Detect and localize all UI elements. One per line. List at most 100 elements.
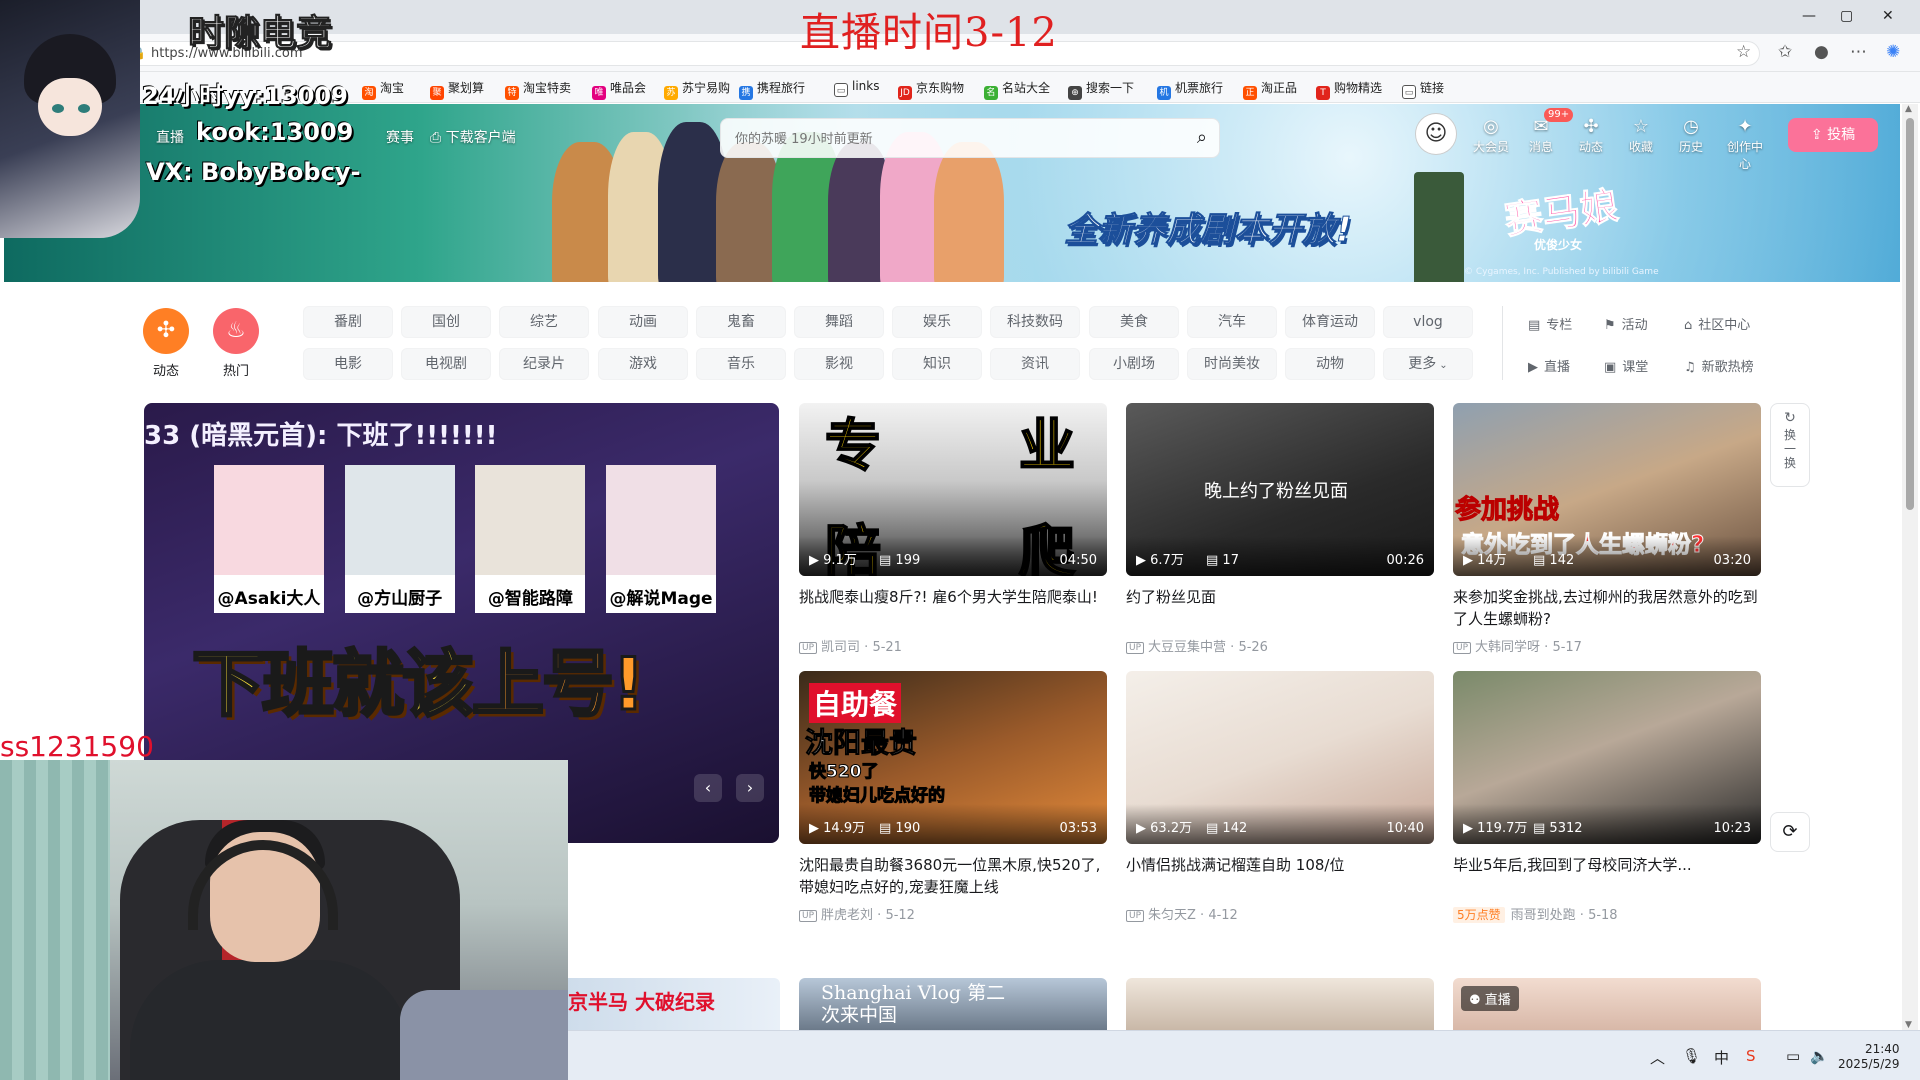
- channel-row2-5[interactable]: 影视: [794, 348, 884, 380]
- video-author[interactable]: 凯司司: [821, 640, 860, 655]
- video-card[interactable]: ▶ 63.2万 ▤ 142 10:40 小情侣挑战满记榴莲自助 108/位 UP 朱匀天Z…: [1126, 671, 1434, 923]
- copilot-icon[interactable]: ✺: [1886, 42, 1900, 62]
- video-thumbnail[interactable]: 专业陪爬▶ 9.1万▤ 19904:50: [799, 403, 1107, 576]
- bookmark-item[interactable]: 唯唯品会: [592, 79, 646, 100]
- bookmark-item[interactable]: 正淘正品: [1243, 79, 1297, 100]
- bookmark-item[interactable]: 聚聚划算: [430, 79, 484, 100]
- bookmark-item[interactable]: 苏苏宁易购: [664, 79, 730, 100]
- channel-row1-4[interactable]: 鬼畜: [696, 306, 786, 338]
- video-title[interactable]: 沈阳最贵自助餐3680元一位黑木原,快520了,带媳妇吃点好的,宠妻狂魔上线: [799, 854, 1107, 898]
- scroll-down-icon[interactable]: ▼: [1905, 1020, 1912, 1030]
- video-card[interactable]: ▶ 119.7万 ▤ 5312 10:23 毕业5年后,我回到了母校同济大学... 5万…: [1453, 671, 1761, 923]
- video-author[interactable]: 大韩同学呀: [1475, 640, 1540, 655]
- app-tray-icon[interactable]: S: [1746, 1047, 1756, 1065]
- side-link-1[interactable]: ⚑ 活动: [1604, 314, 1648, 333]
- minimize-button[interactable]: —: [1802, 8, 1816, 24]
- ime-icon[interactable]: 中: [1714, 1047, 1729, 1068]
- video-title[interactable]: 小情侣挑战满记榴莲自助 108/位: [1126, 854, 1434, 898]
- video-card[interactable]: 晚上约了粉丝见面 ▶ 6.7万 ▤ 17 00:26 约了粉丝见面 UP 大豆豆集中营 · …: [1126, 403, 1434, 655]
- bookmark-star-icon[interactable]: ☆: [1736, 42, 1751, 62]
- channel-row2-0[interactable]: 电影: [303, 348, 393, 380]
- video-thumbnail[interactable]: 自助餐 沈阳最贵 快520了 带媳妇儿吃点好的 ▶ 14.9万 ▤ 190 03:53: [799, 671, 1107, 844]
- network-icon[interactable]: ▭: [1786, 1047, 1800, 1065]
- bookmark-item[interactable]: 机机票旅行: [1157, 79, 1223, 100]
- upload-button[interactable]: ⇪ 投稿: [1788, 118, 1878, 152]
- channel-row1-2[interactable]: 综艺: [499, 306, 589, 338]
- channel-row2-7[interactable]: 资讯: [990, 348, 1080, 380]
- channel-row1-9[interactable]: 汽车: [1187, 306, 1277, 338]
- bookmark-item[interactable]: 名名站大全: [984, 79, 1050, 100]
- nav-match[interactable]: 赛事: [386, 127, 414, 147]
- bookmark-item[interactable]: JD 京东购物: [898, 79, 964, 100]
- video-title[interactable]: 毕业5年后,我回到了母校同济大学...: [1453, 854, 1761, 898]
- more-options-icon[interactable]: ⋯: [1850, 42, 1867, 62]
- scroll-up-icon[interactable]: ▲: [1905, 104, 1912, 114]
- channel-row2-9[interactable]: 时尚美妆: [1187, 348, 1277, 380]
- side-link-2[interactable]: ⌂ 社区中心: [1684, 314, 1750, 333]
- side-link-3[interactable]: ▶ 直播: [1528, 356, 1570, 375]
- video-author[interactable]: 大豆豆集中营: [1148, 640, 1226, 655]
- channel-row2-6[interactable]: 知识: [892, 348, 982, 380]
- video-card-partial[interactable]: [1126, 978, 1434, 1030]
- video-thumbnail[interactable]: ▶ 63.2万 ▤ 142 10:40: [1126, 671, 1434, 844]
- header-entry-5[interactable]: ◷ 历史: [1668, 116, 1714, 155]
- channel-row1-0[interactable]: 番剧: [303, 306, 393, 338]
- side-link-4[interactable]: ▣ 课堂: [1604, 356, 1648, 375]
- video-author[interactable]: 雨哥到处跑: [1511, 908, 1576, 923]
- carousel-next-button[interactable]: ›: [736, 774, 764, 802]
- microphone-icon[interactable]: 🎙: [1682, 1047, 1701, 1065]
- bookmark-item[interactable]: ⊕ 搜索一下: [1068, 79, 1134, 100]
- maximize-button[interactable]: ▢: [1840, 8, 1853, 24]
- close-window-button[interactable]: ✕: [1882, 8, 1894, 24]
- video-card[interactable]: 专业陪爬▶ 9.1万▤ 19904:50挑战爬泰山瘦8斤?! 雇6个男大学生陪爬…: [799, 403, 1107, 655]
- bookmark-item[interactable]: ▭ 链接: [1402, 79, 1444, 99]
- taskbar-clock[interactable]: 21:40 2025/5/29: [1838, 1042, 1900, 1072]
- channel-row2-4[interactable]: 音乐: [696, 348, 786, 380]
- channel-row1-1[interactable]: 国创: [401, 306, 491, 338]
- channel-row1-5[interactable]: 舞蹈: [794, 306, 884, 338]
- video-thumbnail[interactable]: ▶ 119.7万 ▤ 5312 10:23: [1453, 671, 1761, 844]
- dynamic-entry[interactable]: ✣ 动态: [136, 308, 196, 379]
- hot-entry[interactable]: ♨ 热门: [206, 308, 266, 379]
- refresh-feed-button[interactable]: ↻ 换一换: [1770, 403, 1810, 487]
- nav-download-client[interactable]: ⎙ 下载客户端: [430, 127, 516, 147]
- video-card-partial[interactable]: Shanghai Vlog 第二次来中国: [799, 978, 1107, 1030]
- video-thumbnail[interactable]: 晚上约了粉丝见面 ▶ 6.7万 ▤ 17 00:26: [1126, 403, 1434, 576]
- channel-row1-8[interactable]: 美食: [1089, 306, 1179, 338]
- channel-row2-2[interactable]: 纪录片: [499, 348, 589, 380]
- scrollbar-thumb[interactable]: [1906, 118, 1914, 510]
- video-title[interactable]: 来参加奖金挑战,去过柳州的我居然意外的吃到了人生螺蛳粉?: [1453, 586, 1761, 630]
- channel-row2-10[interactable]: 动物: [1285, 348, 1375, 380]
- favorites-icon[interactable]: ✩: [1778, 42, 1792, 62]
- reload-icon[interactable]: ⟳: [1770, 812, 1810, 852]
- tray-chevron-icon[interactable]: ︿: [1650, 1047, 1665, 1068]
- video-thumbnail[interactable]: 参加挑战意外吃到了人生螺蛳粉?▶ 14万▤ 14203:20: [1453, 403, 1761, 576]
- video-author[interactable]: 胖虎老刘: [821, 908, 873, 923]
- channel-row2-3[interactable]: 游戏: [598, 348, 688, 380]
- channel-row1-6[interactable]: 娱乐: [892, 306, 982, 338]
- video-title[interactable]: 约了粉丝见面: [1126, 586, 1434, 630]
- bookmark-item[interactable]: 携携程旅行: [739, 79, 805, 100]
- video-card[interactable]: 自助餐 沈阳最贵 快520了 带媳妇儿吃点好的 ▶ 14.9万 ▤ 190 03:53 沈阳最…: [799, 671, 1107, 923]
- user-avatar[interactable]: ☺: [1416, 114, 1456, 154]
- bookmark-item[interactable]: ▭ links: [834, 79, 879, 97]
- volume-icon[interactable]: 🔈: [1810, 1047, 1829, 1065]
- profile-icon[interactable]: ●: [1814, 42, 1829, 62]
- video-card[interactable]: 参加挑战意外吃到了人生螺蛳粉?▶ 14万▤ 14203:20 来参加奖金挑战,去过…: [1453, 403, 1761, 655]
- header-entry-6[interactable]: ✦ 创作中心: [1722, 116, 1768, 172]
- channel-row1-7[interactable]: 科技数码: [990, 306, 1080, 338]
- channel-row2-8[interactable]: 小剧场: [1089, 348, 1179, 380]
- page-scrollbar[interactable]: ▲ ▼: [1902, 104, 1918, 1030]
- header-entry-4[interactable]: ☆ 收藏: [1618, 116, 1664, 155]
- search-icon[interactable]: ⌕: [1197, 127, 1207, 148]
- header-entry-1[interactable]: ◎ 大会员: [1468, 116, 1514, 155]
- search-box[interactable]: ⌕: [720, 118, 1220, 158]
- bookmark-item[interactable]: 特淘宝特卖: [505, 79, 571, 100]
- side-link-0[interactable]: ▤ 专栏: [1528, 314, 1572, 333]
- channel-row2-1[interactable]: 电视剧: [401, 348, 491, 380]
- header-entry-3[interactable]: ✣ 动态: [1568, 116, 1614, 155]
- search-input[interactable]: [735, 128, 1165, 150]
- channel-row1-3[interactable]: 动画: [598, 306, 688, 338]
- video-author[interactable]: 朱匀天Z: [1148, 908, 1196, 923]
- channel-row1-10[interactable]: 体育运动: [1285, 306, 1375, 338]
